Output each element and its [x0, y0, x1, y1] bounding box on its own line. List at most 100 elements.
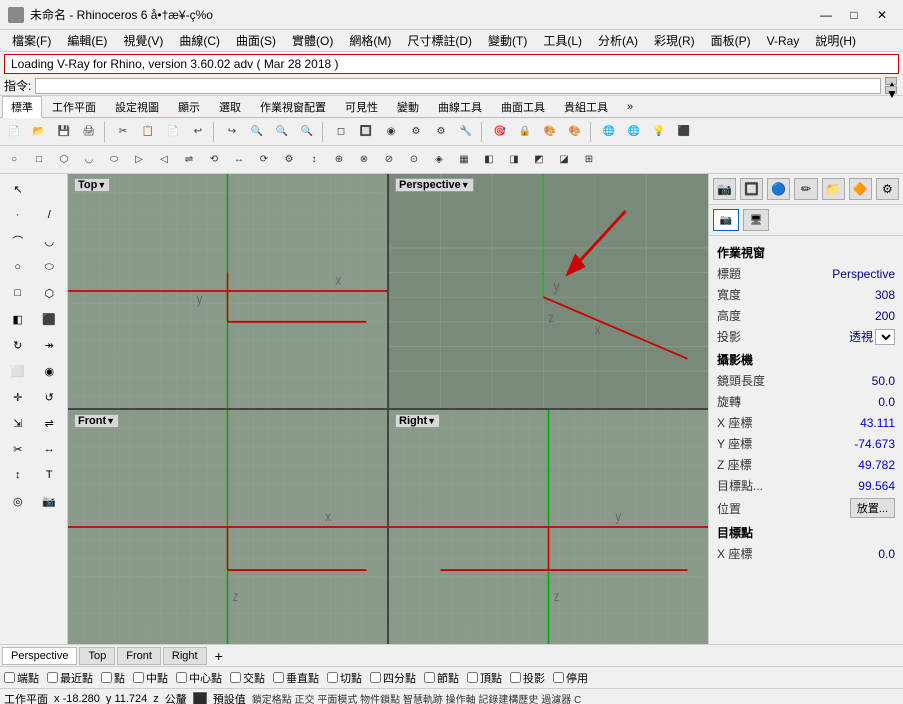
toolbar2-btn-4[interactable]: ⬭	[102, 149, 126, 171]
viewport-perspective-label[interactable]: Perspective ▼	[395, 178, 474, 192]
statusbar-cb-6[interactable]	[273, 672, 284, 683]
toolbar-tab-7[interactable]: 變動	[388, 96, 428, 117]
toolbar-btn-9[interactable]: 🔍	[245, 121, 269, 143]
rp-btn-place[interactable]: 放置...	[850, 498, 895, 518]
statusbar-cb-5[interactable]	[230, 672, 241, 683]
close-button[interactable]: ✕	[869, 4, 895, 26]
rotate-tool[interactable]: ↺	[35, 385, 65, 409]
toolbar2-btn-20[interactable]: ◨	[502, 149, 526, 171]
snap-tool[interactable]: ◎	[3, 489, 33, 513]
rp-select-projection[interactable]	[875, 329, 895, 345]
toolbar2-btn-16[interactable]: ⊙	[402, 149, 426, 171]
statusbar-cb-8[interactable]	[370, 672, 381, 683]
statusbar-cb-11[interactable]	[510, 672, 521, 683]
viewport-right[interactable]: Right ▼	[389, 410, 708, 644]
toolbar2-btn-11[interactable]: ⚙	[277, 149, 301, 171]
toolbar-btn-18[interactable]: 🎯	[488, 121, 512, 143]
toolbar-btn-17[interactable]: 🔧	[454, 121, 478, 143]
toolbar-tab-4[interactable]: 選取	[210, 96, 250, 117]
toolbar2-btn-10[interactable]: ⟳	[252, 149, 276, 171]
rp-tab-env[interactable]: 🔶	[849, 178, 872, 200]
rp-tab-light[interactable]: 🔲	[740, 178, 763, 200]
mirror-tool[interactable]: ⇌	[35, 411, 65, 435]
statusbar-cb-4[interactable]	[176, 672, 187, 683]
bottom-tab-front[interactable]: Front	[117, 647, 161, 665]
bottom-tab-add[interactable]: +	[209, 646, 229, 666]
dim-tool[interactable]: ↕	[3, 463, 33, 487]
toolbar-tab-0[interactable]: 標準	[2, 96, 42, 118]
toolbar-tab-3[interactable]: 顯示	[169, 96, 209, 117]
toolbar-btn-22[interactable]: 🌐	[597, 121, 621, 143]
menu-item-d[interactable]: 尺寸標註(D)	[399, 30, 480, 51]
toolbar-btn-14[interactable]: ◉	[379, 121, 403, 143]
menu-item-m[interactable]: 網格(M)	[341, 30, 399, 51]
bottom-tab-top[interactable]: Top	[79, 647, 115, 665]
statusbar-cb-3[interactable]	[133, 672, 144, 683]
viewport-front-label[interactable]: Front ▼	[74, 414, 119, 428]
toolbar2-btn-15[interactable]: ⊘	[377, 149, 401, 171]
rp-icon-viewport[interactable]: 🖥	[743, 209, 769, 231]
toolbar-btn-3[interactable]: 🖨	[77, 121, 101, 143]
sphere-tool[interactable]: ◉	[35, 359, 65, 383]
toolbar2-btn-19[interactable]: ◧	[477, 149, 501, 171]
toolbar2-btn-5[interactable]: ▷	[127, 149, 151, 171]
toolbar-btn-2[interactable]: 💾	[52, 121, 76, 143]
statusbar-cb-2[interactable]	[101, 672, 112, 683]
toolbar2-btn-2[interactable]: ⬡	[52, 149, 76, 171]
toolbar-tab-8[interactable]: 曲線工具	[429, 96, 491, 117]
menu-item-a[interactable]: 分析(A)	[590, 30, 646, 51]
curve-tool[interactable]: ⌒	[3, 229, 33, 253]
toolbar2-btn-23[interactable]: ⊞	[577, 149, 601, 171]
toolbar-btn-13[interactable]: 🔲	[354, 121, 378, 143]
statusbar-cb-7[interactable]	[327, 672, 338, 683]
arc-tool[interactable]: ◡	[35, 229, 65, 253]
toolbar2-btn-21[interactable]: ◩	[527, 149, 551, 171]
toolbar2-btn-12[interactable]: ↕	[302, 149, 326, 171]
toolbar-btn-24[interactable]: 💡	[647, 121, 671, 143]
toolbar-btn-10[interactable]: 🔍	[270, 121, 294, 143]
toolbar-tab-9[interactable]: 曲面工具	[492, 96, 554, 117]
menu-item-p[interactable]: 面板(P)	[703, 30, 759, 51]
menu-item-vray[interactable]: V-Ray	[759, 32, 808, 50]
camera-tool[interactable]: 📷	[35, 489, 65, 513]
toolbar-btn-12[interactable]: ◻	[329, 121, 353, 143]
toolbar-btn-23[interactable]: 🌐	[622, 121, 646, 143]
toolbar-tab-5[interactable]: 作業視窗配置	[251, 96, 335, 117]
maximize-button[interactable]: □	[841, 4, 867, 26]
toolbar-btn-7[interactable]: ↩	[186, 121, 210, 143]
ellipse-tool[interactable]: ⬭	[35, 255, 65, 279]
toolbar-btn-11[interactable]: 🔍	[295, 121, 319, 143]
extend-tool[interactable]: ↔	[35, 437, 65, 461]
toolbar2-btn-13[interactable]: ⊕	[327, 149, 351, 171]
toolbar-tab-1[interactable]: 工作平面	[43, 96, 105, 117]
statusbar-cb-10[interactable]	[467, 672, 478, 683]
toolbar-btn-8[interactable]: ↪	[220, 121, 244, 143]
trim-tool[interactable]: ✂	[3, 437, 33, 461]
minimize-button[interactable]: —	[813, 4, 839, 26]
cmd-input[interactable]	[35, 78, 881, 94]
toolbar-btn-19[interactable]: 🔒	[513, 121, 537, 143]
statusbar-cb-9[interactable]	[424, 672, 435, 683]
rect-tool[interactable]: □	[3, 281, 33, 305]
scale-tool[interactable]: ⇲	[3, 411, 33, 435]
circle-tool[interactable]: ○	[3, 255, 33, 279]
menu-item-e[interactable]: 編輯(E)	[59, 30, 115, 51]
toolbar2-btn-8[interactable]: ⟲	[202, 149, 226, 171]
toolbar-btn-16[interactable]: ⚙	[429, 121, 453, 143]
menu-item-r[interactable]: 彩現(R)	[646, 30, 703, 51]
menu-item-t[interactable]: 變動(T)	[480, 30, 535, 51]
sweep-tool[interactable]: ↠	[35, 333, 65, 357]
toolbar2-btn-18[interactable]: ▦	[452, 149, 476, 171]
toolbar-btn-4[interactable]: ✂	[111, 121, 135, 143]
toolbar-btn-6[interactable]: 📄	[161, 121, 185, 143]
toolbar-btn-21[interactable]: 🎨	[563, 121, 587, 143]
toolbar-btn-20[interactable]: 🎨	[538, 121, 562, 143]
menu-item-l[interactable]: 工具(L)	[535, 30, 590, 51]
statusbar-cb-0[interactable]	[4, 672, 15, 683]
box-tool[interactable]: ⬜	[3, 359, 33, 383]
toolbar2-btn-9[interactable]: ↔	[227, 149, 251, 171]
menu-item-o[interactable]: 實體(O)	[284, 30, 341, 51]
polygon-tool[interactable]: ⬡	[35, 281, 65, 305]
rp-tab-cam[interactable]: 📷	[713, 178, 736, 200]
toolbar2-btn-7[interactable]: ⇌	[177, 149, 201, 171]
